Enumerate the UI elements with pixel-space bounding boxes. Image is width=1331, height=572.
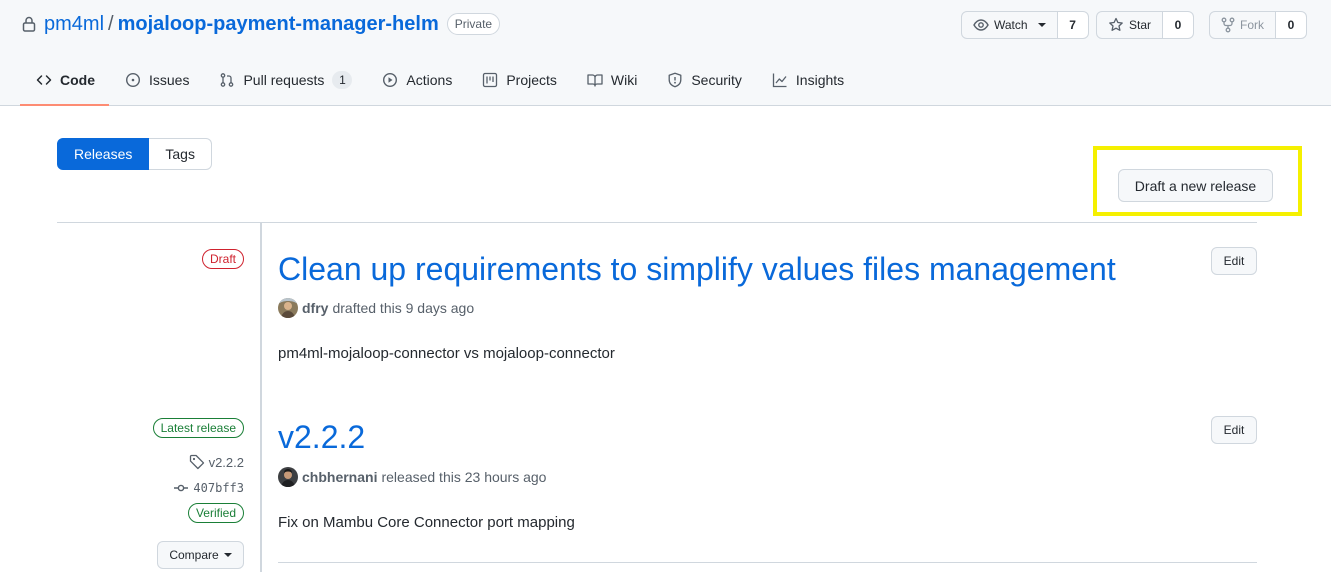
play-icon <box>383 72 398 88</box>
edit-button[interactable]: Edit <box>1211 247 1257 275</box>
visibility-badge: Private <box>446 13 501 35</box>
draft-new-release-button[interactable]: Draft a new release <box>1118 169 1273 202</box>
repo-name-link[interactable]: mojaloop-payment-manager-helm <box>118 13 439 36</box>
tab-insights[interactable]: Insights <box>756 56 858 104</box>
tab-security-label: Security <box>691 72 742 88</box>
avatar[interactable] <box>278 298 298 318</box>
graph-icon <box>772 73 787 88</box>
fork-button[interactable]: Fork <box>1209 11 1276 39</box>
release-title-link[interactable]: Clean up requirements to simplify values… <box>278 249 1116 289</box>
fork-icon <box>1221 17 1235 33</box>
release-title-link[interactable]: v2.2.2 <box>278 417 365 457</box>
tab-code-label: Code <box>60 72 95 88</box>
tag-link[interactable]: v2.2.2 <box>189 454 244 470</box>
path-separator: / <box>108 12 114 35</box>
watch-count[interactable]: 7 <box>1057 11 1089 39</box>
release-body: Fix on Mambu Core Connector port mapping <box>278 514 575 531</box>
tab-actions[interactable]: Actions <box>366 56 466 104</box>
tab-code[interactable]: Code <box>20 56 109 106</box>
chevron-down-icon <box>223 553 232 557</box>
verified-badge[interactable]: Verified <box>187 503 244 523</box>
repo-header: pm4ml / mojaloop-payment-manager-helm Pr… <box>0 0 1331 106</box>
tab-actions-label: Actions <box>406 72 453 88</box>
release-action-text: drafted this 9 days ago <box>332 300 475 316</box>
releases-tags-subnav: Releases Tags <box>57 138 212 170</box>
fork-group: Fork 0 <box>1209 11 1307 39</box>
tab-security[interactable]: Security <box>651 56 756 104</box>
star-label: Star <box>1129 18 1152 32</box>
avatar[interactable] <box>278 467 298 487</box>
tab-projects[interactable]: Projects <box>466 56 571 104</box>
draft-label: Draft <box>201 249 244 269</box>
pull-request-icon <box>221 73 234 87</box>
star-count[interactable]: 0 <box>1163 11 1195 39</box>
commit-sha: 407bff3 <box>193 481 244 495</box>
release-meta: chbhernani released this 23 hours ago <box>278 467 546 487</box>
tab-pull-requests[interactable]: Pull requests 1 <box>203 56 366 104</box>
repo-title: pm4ml / mojaloop-payment-manager-helm Pr… <box>22 12 501 36</box>
commit-link[interactable]: 407bff3 <box>173 480 244 496</box>
watch-button[interactable]: Watch <box>961 11 1058 39</box>
repo-nav: Code Issues Pull requests 1 Actions Proj… <box>20 56 858 106</box>
tab-insights-label: Insights <box>795 72 845 88</box>
pull-requests-counter: 1 <box>332 71 353 89</box>
subnav-releases[interactable]: Releases <box>57 138 150 170</box>
tag-name: v2.2.2 <box>208 454 244 470</box>
tab-issues-label: Issues <box>149 72 190 88</box>
timeline-line <box>260 223 262 572</box>
release-action-text: released this 23 hours ago <box>381 469 547 485</box>
code-icon <box>36 75 52 85</box>
chevron-down-icon <box>1037 23 1046 27</box>
repo-owner-link[interactable]: pm4ml <box>44 13 104 36</box>
fork-label: Fork <box>1240 18 1264 32</box>
star-group: Star 0 <box>1096 11 1195 39</box>
latest-release-label: Latest release <box>152 418 244 438</box>
fork-count[interactable]: 0 <box>1276 11 1307 39</box>
edit-button[interactable]: Edit <box>1211 416 1257 444</box>
subnav-tags[interactable]: Tags <box>149 138 212 170</box>
tab-wiki-label: Wiki <box>610 72 638 88</box>
author-link[interactable]: chbhernani <box>302 469 377 485</box>
shield-icon <box>668 72 682 88</box>
book-icon <box>587 74 603 87</box>
divider <box>57 222 1257 223</box>
tag-icon <box>189 454 204 470</box>
commit-icon <box>174 484 189 492</box>
tab-issues[interactable]: Issues <box>109 56 203 104</box>
author-link[interactable]: dfry <box>302 300 328 316</box>
lock-icon <box>22 16 36 32</box>
release-body: pm4ml-mojaloop-connector vs mojaloop-con… <box>278 345 615 362</box>
star-icon <box>1109 17 1123 31</box>
tab-projects-label: Projects <box>506 72 557 88</box>
tab-pull-requests-label: Pull requests <box>243 72 325 88</box>
compare-label: Compare <box>169 548 219 562</box>
tab-wiki[interactable]: Wiki <box>571 56 651 104</box>
issue-icon <box>125 72 141 88</box>
compare-button[interactable]: Compare <box>157 541 244 569</box>
divider <box>278 562 1257 563</box>
watch-group: Watch 7 <box>961 11 1089 39</box>
star-button[interactable]: Star <box>1096 11 1164 39</box>
watch-label: Watch <box>994 18 1028 32</box>
project-icon <box>483 72 498 88</box>
eye-icon <box>973 19 989 31</box>
release-meta: dfry drafted this 9 days ago <box>278 298 474 318</box>
